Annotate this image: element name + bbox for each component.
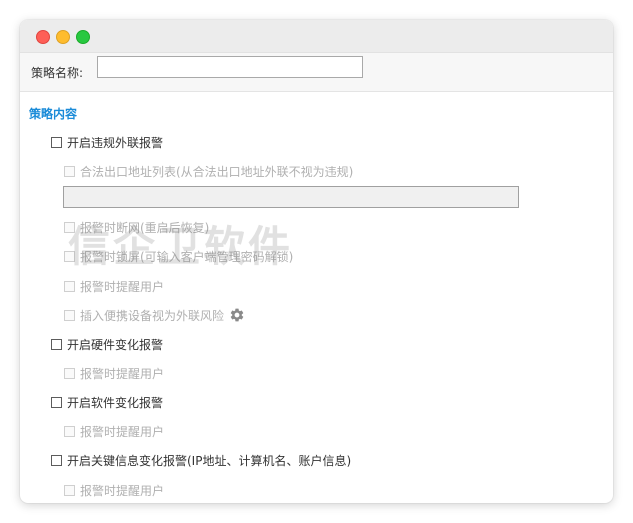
legal-exit-address-field[interactable] bbox=[63, 186, 519, 208]
policy-name-label: 策略名称: bbox=[31, 66, 84, 80]
notify-user-label-4: 报警时提醒用户 bbox=[80, 483, 165, 498]
software-alarm-label: 开启软件变化报警 bbox=[67, 395, 164, 410]
hardware-alarm-label: 开启硬件变化报警 bbox=[67, 337, 164, 352]
lock-screen-label: 报警时锁屏(可输入客户端管理密码解锁) bbox=[80, 249, 294, 264]
notify-user-option-4[interactable]: 报警时提醒用户 bbox=[64, 482, 164, 498]
disconnect-option[interactable]: 报警时断网(重启后恢复) bbox=[64, 219, 209, 235]
policy-window: 策略名称: 策略内容 开启违规外联报警 合法出口地址列表(从合法出口地址外联不视… bbox=[20, 20, 613, 503]
close-window-button[interactable] bbox=[36, 30, 50, 44]
violation-alarm-label: 开启违规外联报警 bbox=[67, 135, 164, 150]
software-alarm-checkbox[interactable] bbox=[51, 396, 62, 408]
disconnect-label: 报警时断网(重启后恢复) bbox=[80, 220, 210, 235]
notify-user-checkbox-4[interactable] bbox=[64, 484, 75, 496]
minimize-window-button[interactable] bbox=[56, 30, 70, 44]
legal-exit-list-checkbox[interactable] bbox=[64, 165, 75, 177]
notify-user-label-1: 报警时提醒用户 bbox=[80, 279, 165, 294]
hardware-alarm-option[interactable]: 开启硬件变化报警 bbox=[51, 336, 163, 352]
portable-device-label: 插入便携设备视为外联风险 bbox=[80, 308, 225, 323]
zoom-window-button[interactable] bbox=[76, 30, 90, 44]
notify-user-option-2[interactable]: 报警时提醒用户 bbox=[64, 365, 164, 381]
policy-name-input[interactable] bbox=[97, 56, 363, 78]
policy-name-bar: 策略名称: bbox=[20, 53, 613, 92]
notify-user-checkbox-2[interactable] bbox=[64, 367, 75, 379]
lock-screen-option[interactable]: 报警时锁屏(可输入客户端管理密码解锁) bbox=[64, 248, 293, 264]
key-info-alarm-option[interactable]: 开启关键信息变化报警(IP地址、计算机名、账户信息) bbox=[51, 452, 351, 468]
notify-user-option-1[interactable]: 报警时提醒用户 bbox=[64, 278, 164, 294]
portable-device-checkbox[interactable] bbox=[64, 309, 75, 321]
gear-icon[interactable] bbox=[229, 307, 245, 323]
key-info-alarm-checkbox[interactable] bbox=[51, 454, 62, 466]
notify-user-option-3[interactable]: 报警时提醒用户 bbox=[64, 423, 164, 439]
hardware-alarm-checkbox[interactable] bbox=[51, 338, 62, 350]
software-alarm-option[interactable]: 开启软件变化报警 bbox=[51, 394, 163, 410]
disconnect-checkbox[interactable] bbox=[64, 221, 75, 233]
violation-alarm-checkbox[interactable] bbox=[51, 136, 62, 148]
legal-exit-list-option[interactable]: 合法出口地址列表(从合法出口地址外联不视为违规) bbox=[64, 163, 353, 179]
notify-user-checkbox-1[interactable] bbox=[64, 280, 75, 292]
portable-device-option[interactable]: 插入便携设备视为外联风险 bbox=[64, 307, 245, 323]
title-bar bbox=[20, 20, 613, 53]
lock-screen-checkbox[interactable] bbox=[64, 250, 75, 262]
legal-exit-list-label: 合法出口地址列表(从合法出口地址外联不视为违规) bbox=[80, 164, 354, 179]
notify-user-checkbox-3[interactable] bbox=[64, 425, 75, 437]
notify-user-label-2: 报警时提醒用户 bbox=[80, 366, 165, 381]
notify-user-label-3: 报警时提醒用户 bbox=[80, 424, 165, 439]
key-info-alarm-label: 开启关键信息变化报警(IP地址、计算机名、账户信息) bbox=[67, 453, 352, 468]
section-title: 策略内容 bbox=[29, 107, 78, 121]
violation-alarm-option[interactable]: 开启违规外联报警 bbox=[51, 134, 163, 150]
